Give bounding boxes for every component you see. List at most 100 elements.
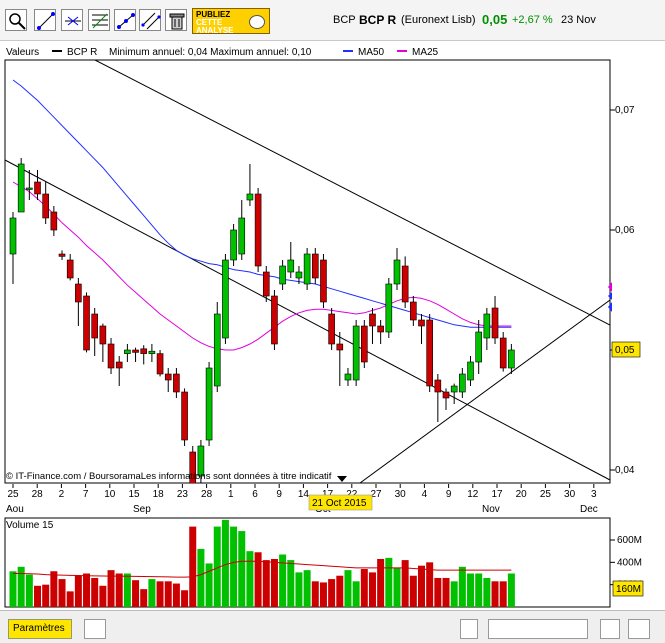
quote-ticker: BCP <box>333 14 356 26</box>
trend-line-icon[interactable] <box>114 9 136 31</box>
volume-bar <box>442 577 450 607</box>
volume-bar <box>499 581 507 607</box>
volume-bar <box>385 557 393 607</box>
volume-current-label: 160M <box>616 584 641 595</box>
x-tick-label: 2 <box>59 489 65 500</box>
x-tick-label: 23 <box>177 489 189 500</box>
volume-bar <box>319 582 327 607</box>
candle <box>42 193 49 219</box>
volume-bar <box>140 589 148 607</box>
candle <box>156 353 164 375</box>
volume-bar <box>418 565 425 607</box>
candle <box>295 271 303 279</box>
candle <box>132 349 139 353</box>
settings-button[interactable]: Paramètres <box>8 619 72 639</box>
volume-bar <box>377 558 385 607</box>
candle <box>99 325 107 345</box>
candle <box>254 193 262 267</box>
candle <box>361 325 368 363</box>
volume-bar <box>17 566 25 607</box>
candle <box>279 265 286 285</box>
volume-bar <box>9 571 17 607</box>
candle <box>385 283 393 333</box>
volume-bar <box>25 574 33 607</box>
volume-bar <box>475 573 483 607</box>
candle <box>352 325 360 381</box>
x-tick-label: 28 <box>32 489 44 500</box>
zoom-out-icon[interactable] <box>600 619 620 639</box>
zoom-plus-icon[interactable] <box>628 619 650 639</box>
candle <box>189 451 197 483</box>
candle <box>173 373 180 393</box>
candle <box>164 373 172 381</box>
print-icon[interactable] <box>84 619 106 639</box>
volume-bar <box>123 573 131 607</box>
scroll-left-icon[interactable] <box>460 619 478 639</box>
volume-bar <box>74 575 82 607</box>
x-tick-label: 15 <box>128 489 140 500</box>
volume-bar <box>230 526 238 607</box>
volume-bar <box>434 577 442 607</box>
chart-toolbar: PUBLIEZ CETTE ANALYSE BCP BCP R (Euronex… <box>0 0 665 41</box>
volume-bar <box>303 570 311 607</box>
volume-bar <box>189 526 197 607</box>
volume-bar <box>197 548 205 607</box>
zoom-in-icon[interactable] <box>5 9 27 31</box>
period-select[interactable] <box>488 619 588 639</box>
volume-bar <box>42 584 50 607</box>
candle <box>450 385 458 393</box>
candle <box>499 337 507 369</box>
legend-annual-range: Minimum annuel: 0,04 Maximum annuel: 0,1… <box>109 47 312 58</box>
volume-bar <box>360 569 368 607</box>
candle <box>508 349 515 369</box>
y-tick-label: 0,04 <box>615 465 635 476</box>
quote-price: 0,05 <box>482 12 508 27</box>
volume-bar <box>287 560 295 607</box>
volume-bar <box>156 581 164 607</box>
line-draw-icon[interactable] <box>34 9 56 31</box>
fibonacci-icon[interactable] <box>88 9 110 31</box>
candle <box>140 348 148 354</box>
volume-bar <box>450 581 458 607</box>
volume-bar <box>83 573 91 607</box>
candle <box>222 259 229 339</box>
candle <box>148 350 156 354</box>
current-price-label: 0,05 <box>615 345 635 356</box>
volume-bar <box>172 583 180 607</box>
channel-icon[interactable] <box>139 9 161 31</box>
trash-icon[interactable] <box>165 9 187 31</box>
volume-bar <box>401 560 409 607</box>
candle <box>491 307 499 339</box>
price-chart[interactable]: Valeurs BCP R Minimum annuel: 0,04 Maximum… <box>0 40 665 610</box>
cursor-date-label: 21 Oct 2015 <box>312 498 367 509</box>
volume-bar <box>507 573 515 607</box>
legend-ma25-label: MA25 <box>412 47 439 58</box>
horizontal-line-icon[interactable] <box>61 9 83 31</box>
candle <box>467 361 474 381</box>
candle <box>303 253 311 285</box>
volume-bar <box>491 581 499 607</box>
x-month-label: Dec <box>580 504 598 515</box>
volume-bar <box>295 572 303 607</box>
volume-bar <box>148 579 156 607</box>
candle <box>50 211 58 231</box>
candle <box>287 259 295 273</box>
candle <box>393 259 401 285</box>
volume-bar <box>328 579 336 607</box>
quote-name: BCP R <box>359 13 397 27</box>
megaphone-icon <box>249 15 265 29</box>
candle <box>181 391 188 441</box>
publish-analysis-button[interactable]: PUBLIEZ CETTE ANALYSE <box>192 8 270 35</box>
candle <box>246 193 254 201</box>
x-tick-label: 1 <box>228 489 234 500</box>
quote-change: +2,67 % <box>512 14 553 26</box>
candle <box>336 343 344 351</box>
candle <box>418 319 425 327</box>
candle <box>91 313 98 339</box>
volume-bar <box>238 531 246 607</box>
volume-bar <box>246 551 254 607</box>
candle <box>377 325 384 333</box>
volume-bar <box>336 575 344 607</box>
candle <box>434 379 442 393</box>
candle <box>26 187 33 190</box>
